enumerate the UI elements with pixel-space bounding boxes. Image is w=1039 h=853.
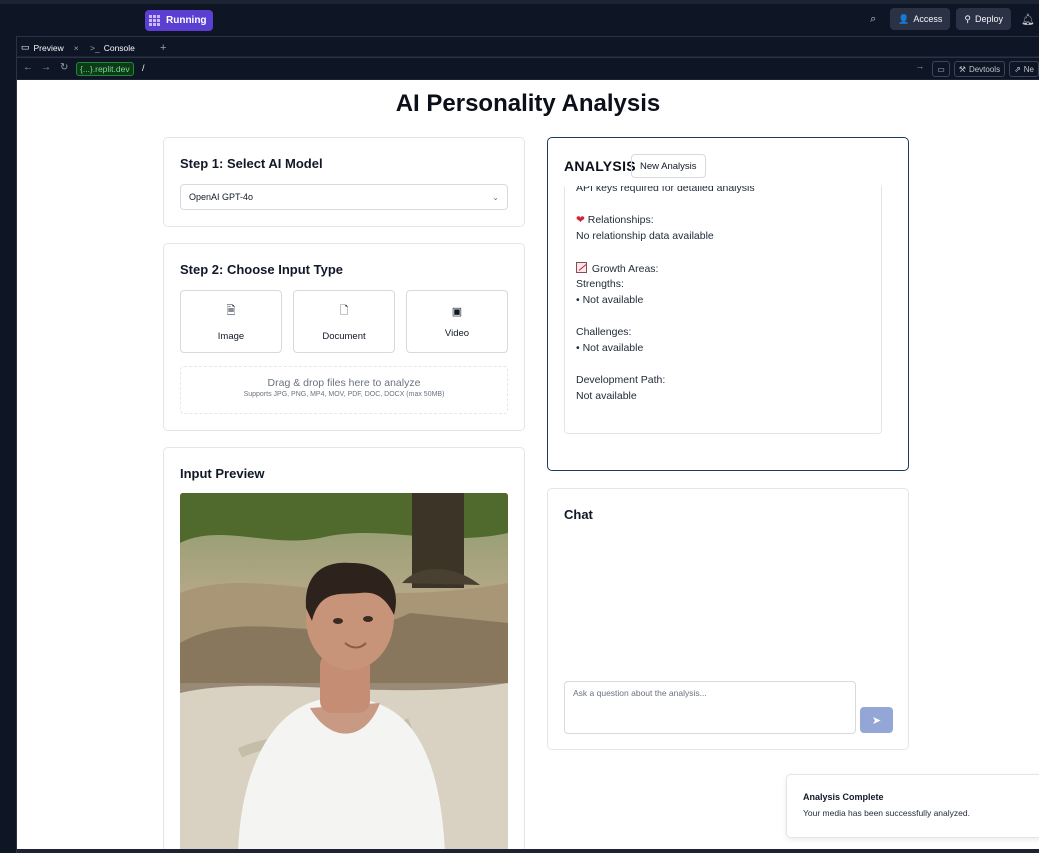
dropzone-text: Drag & drop files here to analyze [267,377,421,389]
input-type-label: Image [217,330,245,342]
page-title: AI Personality Analysis [395,90,661,117]
tab-console[interactable]: >_ Console [90,39,135,56]
input-type-label: Video [444,327,470,339]
run-status-label: Running [166,15,207,26]
open-new-tab-label: Ne [1023,64,1034,74]
relationships-label: Relationships: [587,214,654,226]
search-icon[interactable]: ⌕ [862,13,884,26]
challenges-value: • Not available [576,342,644,354]
input-type-label: Document [322,330,366,342]
deploy-icon: ⚲ [964,13,971,24]
back-icon[interactable]: ← [23,62,33,73]
chat-heading: Chat [564,507,593,522]
input-type-document-button[interactable]: 🗋 Document [293,290,395,353]
dropzone-hint: Supports JPG, PNG, MP4, MOV, PDF, DOC, D… [243,391,445,398]
chart-icon [576,262,587,273]
pane-tabbar: ▭ Preview × >_ Console + [0,36,1039,56]
run-status-button[interactable]: Running [145,10,213,31]
devtools-label: Devtools [968,64,1001,74]
input-preview-card: Input Preview [163,447,525,849]
strengths-value: • Not available [576,294,644,306]
step1-heading: Step 1: Select AI Model [180,156,323,171]
tab-console-label: Console [103,42,135,53]
tab-preview[interactable]: ▭ Preview × [21,39,79,56]
add-user-icon: 👤 [898,13,910,24]
deploy-button[interactable]: ⚲ Deploy [956,8,1011,30]
chat-card: Chat Ask a question about the analysis..… [547,488,909,750]
ide-window: Running ⌕ 👤 Access ⚲ Deploy 🔔︎ ▭ Preview… [0,0,1039,853]
chevron-down-icon: ⌄ [492,192,499,202]
file-dropzone[interactable]: Drag & drop files here to analyze Suppor… [180,366,508,414]
external-link-icon: ⇗ [1014,64,1021,74]
bell-icon[interactable]: 🔔︎ [1017,13,1039,26]
open-new-tab-button[interactable]: ⇗ Ne [1009,61,1039,77]
url-host[interactable]: {...}.replit.dev [76,62,134,76]
wrench-icon: ⚒ [958,64,966,74]
url-bar: ← → ↻ {...}.replit.dev / → ▭ ⚒ Devtools … [0,57,1039,79]
growth-label: Growth Areas: [591,263,659,275]
go-icon[interactable]: → [915,61,924,77]
preview-heading: Input Preview [180,466,265,481]
forward-icon[interactable]: → [41,62,51,73]
reload-icon[interactable]: ↻ [60,62,68,73]
relationships-value: No relationship data available [576,230,714,242]
tab-preview-label: Preview [33,42,64,53]
left-sidebar-strip [0,36,17,853]
url-path[interactable]: / [142,63,145,73]
analysis-heading: ANALYSIS [564,158,636,174]
portrait-photo-illustration [180,493,508,849]
screen-icon: ▭ [937,64,945,74]
toast-title: Analysis Complete [803,792,884,802]
url-actions: → ▭ ⚒ Devtools ⇗ Ne [915,61,1039,77]
screen-button[interactable]: ▭ [932,61,950,77]
step2-card: Step 2: Choose Input Type 🗎 Image 🗋 Docu… [163,243,525,431]
film-icon: ▣ [451,305,463,318]
heart-icon: ❤ [576,214,585,226]
topbar-actions: ⌕ 👤 Access ⚲ Deploy 🔔︎ [862,8,1039,30]
close-icon[interactable]: × [74,43,79,53]
new-analysis-button[interactable]: New Analysis [631,154,706,178]
access-button[interactable]: 👤 Access [890,8,951,30]
step2-heading: Step 2: Choose Input Type [180,262,343,277]
document-icon: 🗋 [339,304,349,317]
access-label: Access [913,14,943,24]
devtools-button[interactable]: ⚒ Devtools [953,61,1006,77]
analysis-scroll-panel[interactable]: API keys required for detailed analysis … [564,186,882,434]
preview-viewport: AI Personality Analysis Step 1: Select A… [17,80,1039,849]
grid-icon [149,14,161,27]
terminal-icon: >_ [90,42,100,53]
preview-image [180,493,508,849]
deploy-label: Deploy [974,14,1003,24]
growth-heading: Growth Areas: [576,262,658,275]
model-select-value: OpenAI GPT-4o [189,192,254,202]
challenges-heading: Challenges: [576,326,632,338]
devpath-heading: Development Path: [576,374,666,386]
relationships-heading: ❤ Relationships: [576,214,654,226]
send-icon: ➤ [871,714,882,727]
model-select[interactable]: OpenAI GPT-4o ⌄ [180,184,508,210]
new-tab-button[interactable]: + [160,39,166,56]
input-type-video-button[interactable]: ▣ Video [406,290,508,353]
image-file-icon: 🗎 [226,304,236,317]
strengths-heading: Strengths: [576,278,624,290]
step1-card: Step 1: Select AI Model OpenAI GPT-4o ⌄ [163,137,525,227]
toast-message: Your media has been successfully analyze… [803,808,970,818]
monitor-icon: ▭ [21,42,30,52]
analysis-card: ANALYSIS New Analysis API keys required … [547,137,909,471]
analysis-complete-toast: Analysis Complete Your media has been su… [786,774,1039,838]
input-type-image-button[interactable]: 🗎 Image [180,290,282,353]
api-key-note: API keys required for detailed analysis [576,186,755,194]
ide-topbar: Running ⌕ 👤 Access ⚲ Deploy 🔔︎ [0,4,1039,36]
devpath-value: Not available [576,390,637,402]
chat-input[interactable]: Ask a question about the analysis... [564,681,856,734]
send-button[interactable]: ➤ [860,707,893,733]
